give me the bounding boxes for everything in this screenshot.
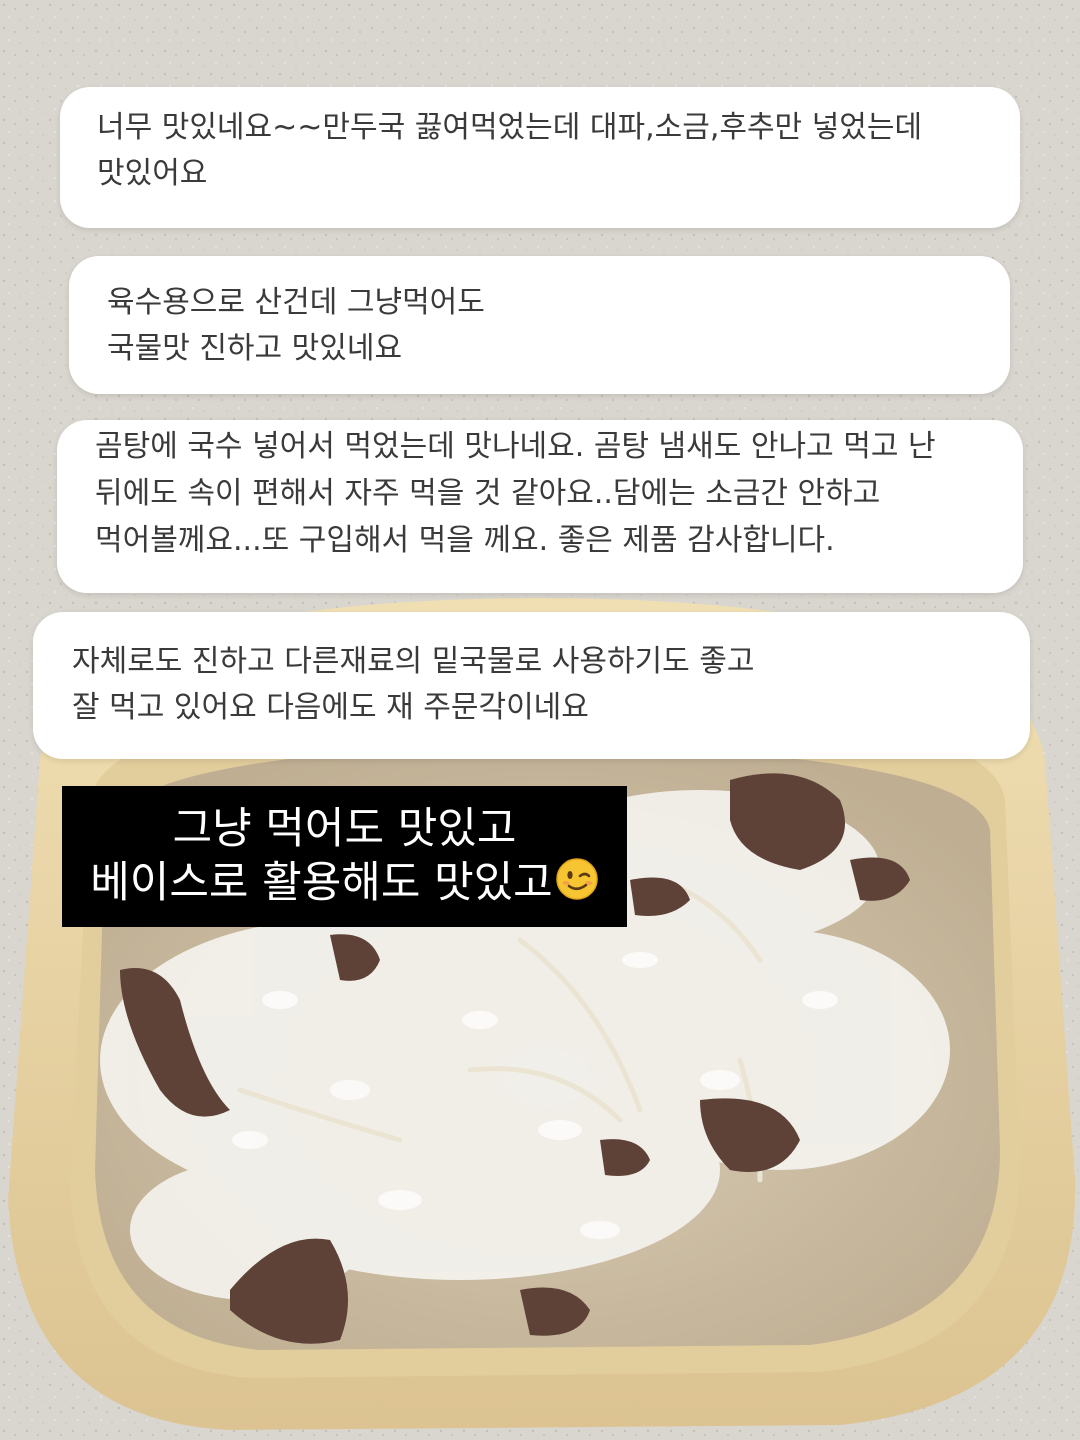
review-text-line: 자체로도 진하고 다른재료의 밑국물로 사용하기도 좋고 — [72, 644, 755, 679]
review-text-line: 국물맛 진하고 맛있네요 — [107, 331, 403, 366]
review-text-line: 맛있어요 — [97, 156, 208, 191]
review-bubble: 자체로도 진하고 다른재료의 밑국물로 사용하기도 좋고 잘 먹고 있어요 다음… — [33, 612, 1030, 759]
review-text-line: 곰탕에 국수 넣어서 먹었는데 맛나네요. 곰탕 냄새도 안나고 먹고 난 — [95, 429, 936, 464]
review-bubble: 곰탕에 국수 넣어서 먹었는데 맛나네요. 곰탕 냄새도 안나고 먹고 난 뒤에… — [57, 420, 1023, 593]
winking-face-icon — [555, 857, 599, 914]
review-bubble: 육수용으로 산건데 그냥먹어도 국물맛 진하고 맛있네요 — [69, 256, 1010, 394]
caption-line: 베이스로 활용해도 맛있고 — [62, 856, 627, 914]
review-text-line: 잘 먹고 있어요 다음에도 재 주문각이네요 — [72, 690, 589, 725]
review-text-line: 너무 맛있네요~~만두국 끓여먹었는데 대파,소금,후추만 넣었는데 — [97, 110, 923, 145]
caption-box: 그냥 먹어도 맛있고 베이스로 활용해도 맛있고 — [62, 786, 627, 927]
review-text-line: 뒤에도 속이 편해서 자주 먹을 것 같아요..담에는 소금간 안하고 — [95, 476, 881, 511]
review-text-line: 먹어볼께요...또 구입해서 먹을 께요. 좋은 제품 감사합니다. — [95, 523, 835, 558]
review-text-line: 육수용으로 산건데 그냥먹어도 — [107, 285, 485, 320]
caption-line-text: 베이스로 활용해도 맛있고 — [90, 858, 553, 908]
caption-line: 그냥 먹어도 맛있고 — [172, 804, 517, 854]
review-bubble: 너무 맛있네요~~만두국 끓여먹었는데 대파,소금,후추만 넣었는데 맛있어요 — [60, 87, 1020, 228]
